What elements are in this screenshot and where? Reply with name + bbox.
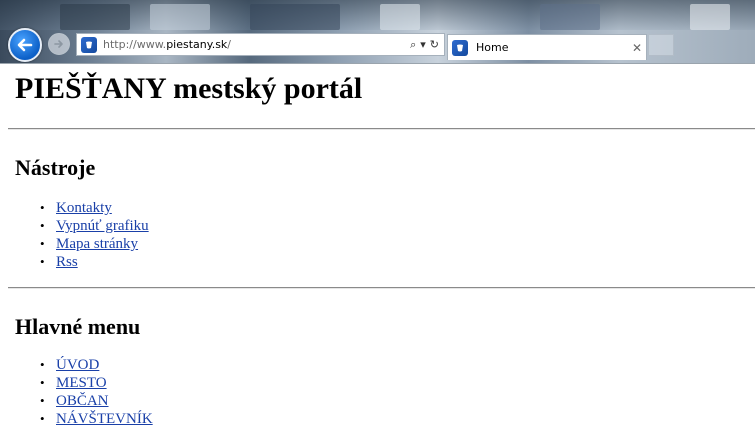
close-tab-icon[interactable]: ✕	[628, 41, 646, 55]
menu-link[interactable]: OBČAN	[56, 393, 109, 409]
url-prefix: http://www.	[103, 38, 167, 51]
tools-link[interactable]: Vypnúť grafiku	[56, 218, 149, 234]
taskbar-decoration	[60, 4, 130, 30]
bullet-icon: •	[40, 236, 45, 251]
main-menu-heading: Hlavné menu	[15, 314, 141, 339]
bullet-icon: •	[40, 393, 45, 408]
taskbar-decoration	[380, 4, 420, 30]
arrow-left-icon	[17, 38, 33, 52]
tools-link[interactable]: Rss	[56, 254, 78, 270]
list-item: • Vypnúť grafiku	[40, 217, 149, 235]
url-text[interactable]: http://www.piestany.sk/	[103, 38, 410, 51]
taskbar-decoration	[540, 4, 600, 30]
list-item: • Kontakty	[40, 199, 149, 217]
list-item: • Rss	[40, 253, 149, 271]
tools-heading: Nástroje	[15, 155, 96, 180]
dropdown-icon[interactable]: ▾	[420, 38, 426, 51]
bullet-icon: •	[40, 357, 45, 372]
new-tab-button[interactable]	[648, 34, 674, 56]
arrow-right-icon	[54, 40, 63, 48]
taskbar-decoration	[250, 4, 340, 30]
tools-link[interactable]: Kontakty	[56, 200, 112, 216]
url-suffix: /	[227, 38, 232, 51]
bullet-icon: •	[40, 254, 45, 269]
forward-button[interactable]	[48, 33, 70, 55]
bullet-icon: •	[40, 200, 45, 215]
divider	[8, 128, 755, 130]
menu-link[interactable]: NÁVŠTEVNÍK	[56, 411, 153, 427]
browser-tab[interactable]: Home ✕	[447, 34, 647, 60]
divider	[8, 287, 755, 289]
site-favicon-icon	[81, 36, 97, 53]
main-menu-list: • ÚVOD • MESTO • OBČAN • NÁVŠTEVNÍK	[40, 356, 153, 428]
list-item: • OBČAN	[40, 392, 153, 410]
tools-list: • Kontakty • Vypnúť grafiku • Mapa stránky • Rs…	[40, 199, 149, 271]
list-item: • Mapa stránky	[40, 235, 149, 253]
bullet-icon: •	[40, 375, 45, 390]
search-icon[interactable]: ⌕	[410, 38, 416, 52]
bullet-icon: •	[40, 218, 45, 233]
menu-link[interactable]: ÚVOD	[56, 357, 99, 373]
taskbar-decoration	[150, 4, 210, 30]
menu-link[interactable]: MESTO	[56, 375, 107, 391]
bullet-icon: •	[40, 411, 45, 426]
tab-favicon-icon	[452, 39, 468, 56]
refresh-icon[interactable]: ↻	[430, 38, 439, 51]
browser-chrome: http://www.piestany.sk/ ⌕ ▾ ↻ Home ✕	[0, 0, 755, 64]
back-button[interactable]	[8, 28, 42, 62]
list-item: • ÚVOD	[40, 356, 153, 374]
address-bar[interactable]: http://www.piestany.sk/ ⌕ ▾ ↻	[76, 33, 445, 56]
tools-link[interactable]: Mapa stránky	[56, 236, 138, 252]
taskbar-decoration	[690, 4, 730, 30]
tab-title: Home	[476, 41, 509, 54]
list-item: • NÁVŠTEVNÍK	[40, 410, 153, 428]
list-item: • MESTO	[40, 374, 153, 392]
page-title: PIEŠŤANY mestský portál	[15, 72, 363, 105]
url-domain: piestany.sk	[166, 38, 228, 51]
